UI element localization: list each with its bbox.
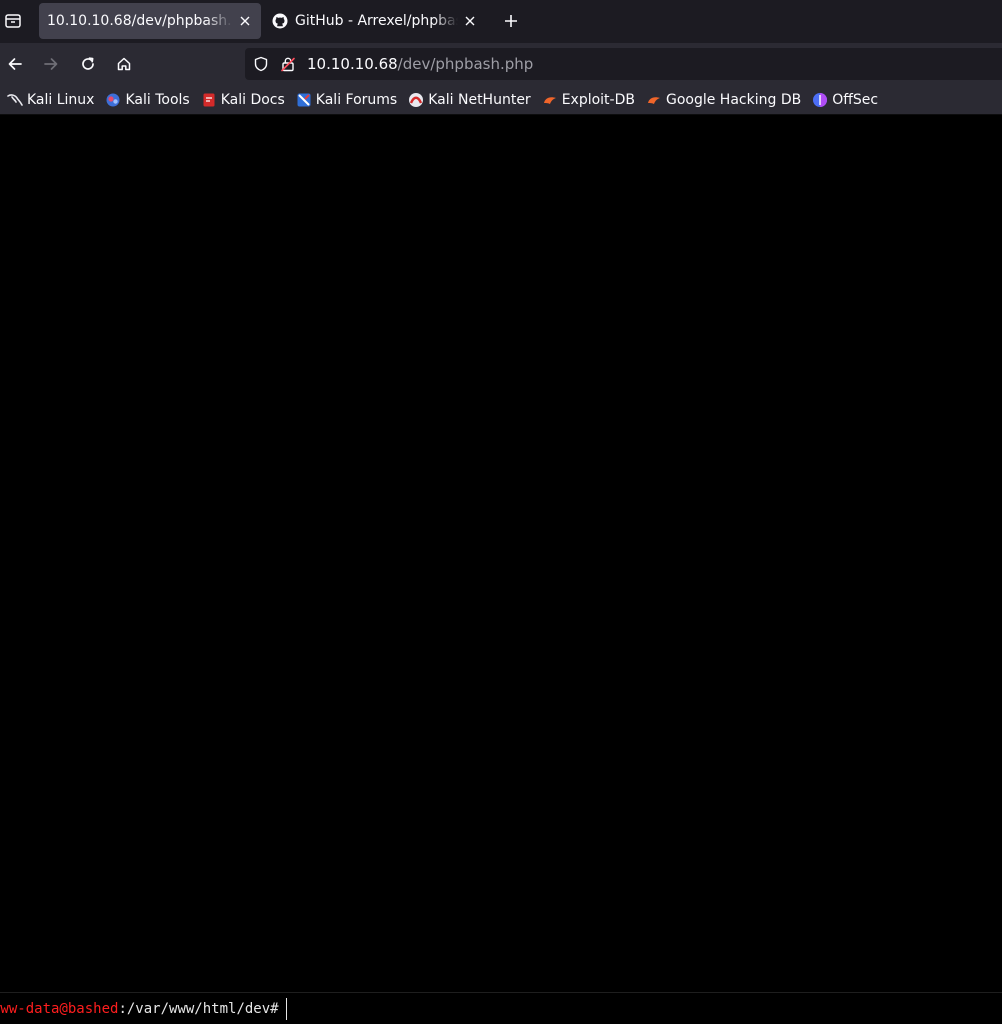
- kali-forums-icon: [296, 92, 312, 108]
- kali-docs-icon: [201, 92, 217, 108]
- close-icon[interactable]: [462, 13, 478, 29]
- bookmark-kali-tools[interactable]: Kali Tools: [102, 88, 192, 112]
- kali-nethunter-icon: [408, 92, 424, 108]
- bookmark-label: Google Hacking DB: [665, 91, 802, 108]
- bookmark-kali-docs[interactable]: Kali Docs: [198, 88, 288, 112]
- tab-strip: 10.10.10.68/dev/phpbash.php GitHub - Arr…: [0, 0, 1002, 43]
- close-icon[interactable]: [237, 13, 253, 29]
- reload-icon: [82, 57, 94, 70]
- bookmark-label: Kali Docs: [220, 91, 285, 108]
- url-host: 10.10.10.68: [307, 55, 398, 73]
- bookmark-kali-nethunter[interactable]: Kali NetHunter: [405, 88, 533, 112]
- kali-dragon-icon: [7, 92, 23, 108]
- exploit-db-icon: [542, 92, 558, 108]
- home-button[interactable]: [111, 51, 137, 77]
- tab-title: 10.10.10.68/dev/phpbash.php: [47, 13, 233, 29]
- bookmark-label: Kali Forums: [315, 91, 398, 108]
- new-tab-button[interactable]: [498, 8, 524, 34]
- bookmark-exploit-db[interactable]: Exploit-DB: [539, 88, 638, 112]
- bookmark-label: Kali NetHunter: [428, 91, 531, 108]
- back-arrow-icon: [8, 58, 22, 70]
- insecure-lock-icon[interactable]: [280, 56, 296, 72]
- shell-command-input[interactable]: [285, 997, 886, 1020]
- shell-prompt-line: www-data@bashed:/var/www/html/dev#: [0, 992, 1002, 1024]
- browser-window: 10.10.10.68/dev/phpbash.php GitHub - Arr…: [0, 0, 1002, 1024]
- bookmark-offsec[interactable]: OffSec: [809, 88, 881, 112]
- forward-arrow-icon: [44, 58, 58, 70]
- prompt-user-host: www-data@bashed: [0, 1000, 119, 1017]
- bookmarks-toolbar: Kali Linux Kali Tools Kali Docs Kali For…: [0, 85, 1002, 115]
- prompt-path: :/var/www/html/dev#: [118, 1000, 279, 1017]
- bookmark-label: OffSec: [832, 91, 879, 108]
- tab-list-button[interactable]: [0, 8, 26, 34]
- forward-button[interactable]: [38, 51, 64, 77]
- bookmark-kali-linux[interactable]: Kali Linux: [4, 88, 97, 112]
- url-text[interactable]: 10.10.10.68/dev/phpbash.php: [307, 55, 533, 73]
- plus-icon: [505, 15, 517, 27]
- bookmark-label: Kali Tools: [125, 91, 190, 108]
- bookmark-label: Kali Linux: [27, 91, 95, 108]
- shell-output-area: [0, 116, 1002, 992]
- phpbash-page: www-data@bashed:/var/www/html/dev#: [0, 116, 1002, 1024]
- offsec-icon: [812, 92, 828, 108]
- home-icon: [117, 57, 131, 71]
- tab-phpbash[interactable]: 10.10.10.68/dev/phpbash.php: [39, 3, 261, 39]
- bookmark-google-hacking-db[interactable]: Google Hacking DB: [643, 88, 804, 112]
- bookmark-label: Exploit-DB: [561, 91, 635, 108]
- bookmark-kali-forums[interactable]: Kali Forums: [293, 88, 400, 112]
- back-button[interactable]: [2, 51, 28, 77]
- shield-icon[interactable]: [253, 56, 269, 72]
- navigation-toolbar: 10.10.10.68/dev/phpbash.php: [0, 43, 1002, 85]
- ghdb-icon: [646, 92, 662, 108]
- url-bar[interactable]: 10.10.10.68/dev/phpbash.php: [245, 48, 1002, 80]
- tab-github[interactable]: GitHub - Arrexel/phpbash: [264, 3, 486, 39]
- kali-tools-icon: [105, 92, 121, 108]
- github-icon: [272, 13, 288, 29]
- tab-title: GitHub - Arrexel/phpbash: [295, 13, 458, 29]
- tab-list-icon: [5, 14, 21, 28]
- url-path: /dev/phpbash.php: [397, 55, 534, 73]
- reload-button[interactable]: [75, 51, 101, 77]
